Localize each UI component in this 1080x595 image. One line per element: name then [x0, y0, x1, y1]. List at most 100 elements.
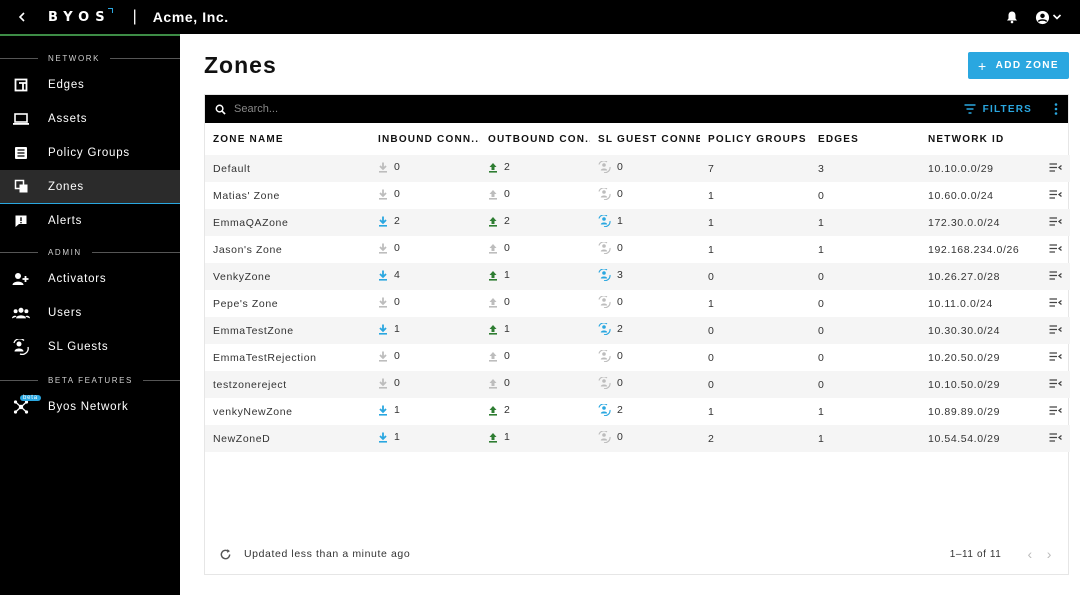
row-details-button[interactable]	[1030, 236, 1070, 263]
table-row[interactable]: NewZoneD 1 1 0 2 1 10.54.54.0/29	[205, 425, 1070, 452]
filters-button[interactable]: FILTERS	[964, 104, 1032, 115]
column-header-inbound[interactable]: INBOUND CONN...	[370, 123, 480, 155]
policy-groups-cell: 1	[708, 297, 715, 310]
more-options-button[interactable]	[1054, 103, 1058, 115]
table-row[interactable]: EmmaTestZone 1 1 2 0 0 10.30.30.0/24	[205, 317, 1070, 344]
guest-connection-icon	[598, 269, 611, 281]
table-row[interactable]: Default 0 2 0 7 3 10.10.0.0/29	[205, 155, 1070, 182]
zone-name-cell[interactable]: Default	[205, 155, 370, 182]
add-user-icon	[12, 270, 30, 288]
edges-cell: 1	[818, 432, 825, 445]
sidebar-item-sl-guests[interactable]: SL Guests	[0, 330, 180, 364]
outbound-cell: 0	[480, 182, 590, 209]
row-details-button[interactable]	[1030, 155, 1070, 182]
zone-name-cell[interactable]: VenkyZone	[205, 263, 370, 290]
guest-connection-icon	[598, 404, 611, 416]
sidebar-item-assets[interactable]: Assets	[0, 102, 180, 136]
sidebar-item-byos-network[interactable]: beta Byos Network	[0, 390, 180, 424]
table-row[interactable]: Jason's Zone 0 0 0 1 1 192.168.234.0/26	[205, 236, 1070, 263]
column-header-sl-guest[interactable]: SL GUEST CONNE...	[590, 123, 700, 155]
zone-name-cell[interactable]: EmmaTestZone	[205, 317, 370, 344]
zone-name-cell[interactable]: venkyNewZone	[205, 398, 370, 425]
network-id-cell: 10.89.89.0/29	[928, 405, 1001, 418]
sidebar-item-edges[interactable]: Edges	[0, 68, 180, 102]
row-details-button[interactable]	[1030, 344, 1070, 371]
edges-cell: 0	[818, 297, 825, 310]
page-title: Zones	[204, 52, 277, 78]
row-details-button[interactable]	[1030, 398, 1070, 425]
alert-icon	[12, 212, 30, 230]
logo-corner-mark	[107, 7, 113, 13]
account-menu-button[interactable]	[1035, 10, 1062, 25]
row-details-button[interactable]	[1030, 317, 1070, 344]
sidebar-item-zones[interactable]: Zones	[0, 170, 180, 204]
table-row[interactable]: venkyNewZone 1 2 2 1 1 10.89.89.0/29	[205, 398, 1070, 425]
prev-page-button[interactable]: ‹	[1027, 546, 1032, 562]
next-page-button[interactable]: ›	[1047, 546, 1052, 562]
column-header-edges[interactable]: EDGES	[810, 123, 920, 155]
row-details-button[interactable]	[1030, 182, 1070, 209]
guest-connection-icon	[598, 431, 611, 443]
zone-name-cell[interactable]: testzonereject	[205, 371, 370, 398]
sl-guest-cell: 0	[590, 425, 700, 452]
search-input[interactable]	[234, 103, 964, 115]
table-row[interactable]: VenkyZone 4 1 3 0 0 10.26.27.0/28	[205, 263, 1070, 290]
outbound-upload-icon	[489, 243, 497, 254]
sl-guest-cell: 3	[590, 263, 700, 290]
network-id-cell: 10.54.54.0/29	[928, 432, 1001, 445]
zones-table: ZONE NAME INBOUND CONN... OUTBOUND CON..…	[205, 123, 1070, 452]
row-details-button[interactable]	[1030, 290, 1070, 317]
policy-groups-cell: 0	[708, 270, 715, 283]
zone-name-cell[interactable]: NewZoneD	[205, 425, 370, 452]
outbound-cell: 1	[480, 263, 590, 290]
outbound-upload-icon	[489, 351, 497, 362]
inbound-download-icon	[379, 378, 387, 389]
chevron-down-icon	[1052, 14, 1062, 20]
zone-name-cell[interactable]: EmmaQAZone	[205, 209, 370, 236]
column-header-policy-groups[interactable]: POLICY GROUPS	[700, 123, 810, 155]
row-details-button[interactable]	[1030, 371, 1070, 398]
table-row[interactable]: Pepe's Zone 0 0 0 1 0 10.11.0.0/24	[205, 290, 1070, 317]
row-details-button[interactable]	[1030, 425, 1070, 452]
section-label-beta: BETA FEATURES	[0, 370, 180, 390]
policy-groups-cell: 0	[708, 351, 715, 364]
sl-guest-cell: 1	[590, 209, 700, 236]
row-details-button[interactable]	[1030, 209, 1070, 236]
zone-name-cell[interactable]: EmmaTestRejection	[205, 344, 370, 371]
zone-name-cell[interactable]: Jason's Zone	[205, 236, 370, 263]
sidebar-item-activators[interactable]: Activators	[0, 262, 180, 296]
add-zone-button[interactable]: + ADD ZONE	[968, 52, 1069, 79]
column-header-zone-name[interactable]: ZONE NAME	[205, 123, 370, 155]
section-label-network: NETWORK	[0, 48, 180, 68]
sl-guest-cell: 0	[590, 236, 700, 263]
table-row[interactable]: Matias' Zone 0 0 0 1 0 10.60.0.0/24	[205, 182, 1070, 209]
column-header-network-id[interactable]: NETWORK ID	[920, 123, 1030, 155]
sidebar-item-users[interactable]: Users	[0, 296, 180, 330]
edges-icon	[12, 76, 30, 94]
row-details-button[interactable]	[1030, 263, 1070, 290]
table-row[interactable]: testzonereject 0 0 0 0 0 10.10.50.0/29	[205, 371, 1070, 398]
zone-name-cell[interactable]: Pepe's Zone	[205, 290, 370, 317]
byos-logo: BYOS	[48, 7, 113, 25]
search-icon	[215, 104, 226, 115]
policy-groups-cell: 2	[708, 432, 715, 445]
logo-text: BYOS	[48, 9, 111, 25]
guest-connection-icon	[598, 188, 611, 200]
guest-connection-icon	[598, 377, 611, 389]
table-row[interactable]: EmmaQAZone 2 2 1 1 1 172.30.0.0/24	[205, 209, 1070, 236]
notifications-button[interactable]	[1005, 10, 1019, 24]
table-row[interactable]: EmmaTestRejection 0 0 0 0 0 10.20.50.0/29	[205, 344, 1070, 371]
sl-guest-cell: 0	[590, 290, 700, 317]
refresh-button[interactable]	[219, 548, 232, 561]
zone-name-cell[interactable]: Matias' Zone	[205, 182, 370, 209]
edges-cell: 0	[818, 270, 825, 283]
table-header-row: ZONE NAME INBOUND CONN... OUTBOUND CON..…	[205, 123, 1070, 155]
back-button[interactable]	[0, 0, 44, 34]
policy-groups-cell: 0	[708, 324, 715, 337]
sidebar-item-alerts[interactable]: Alerts	[0, 204, 180, 238]
column-header-outbound[interactable]: OUTBOUND CON...	[480, 123, 590, 155]
sidebar-item-policy-groups[interactable]: Policy Groups	[0, 136, 180, 170]
inbound-download-icon	[379, 405, 387, 416]
list-details-icon	[1049, 432, 1062, 442]
sl-guest-cell: 0	[590, 344, 700, 371]
